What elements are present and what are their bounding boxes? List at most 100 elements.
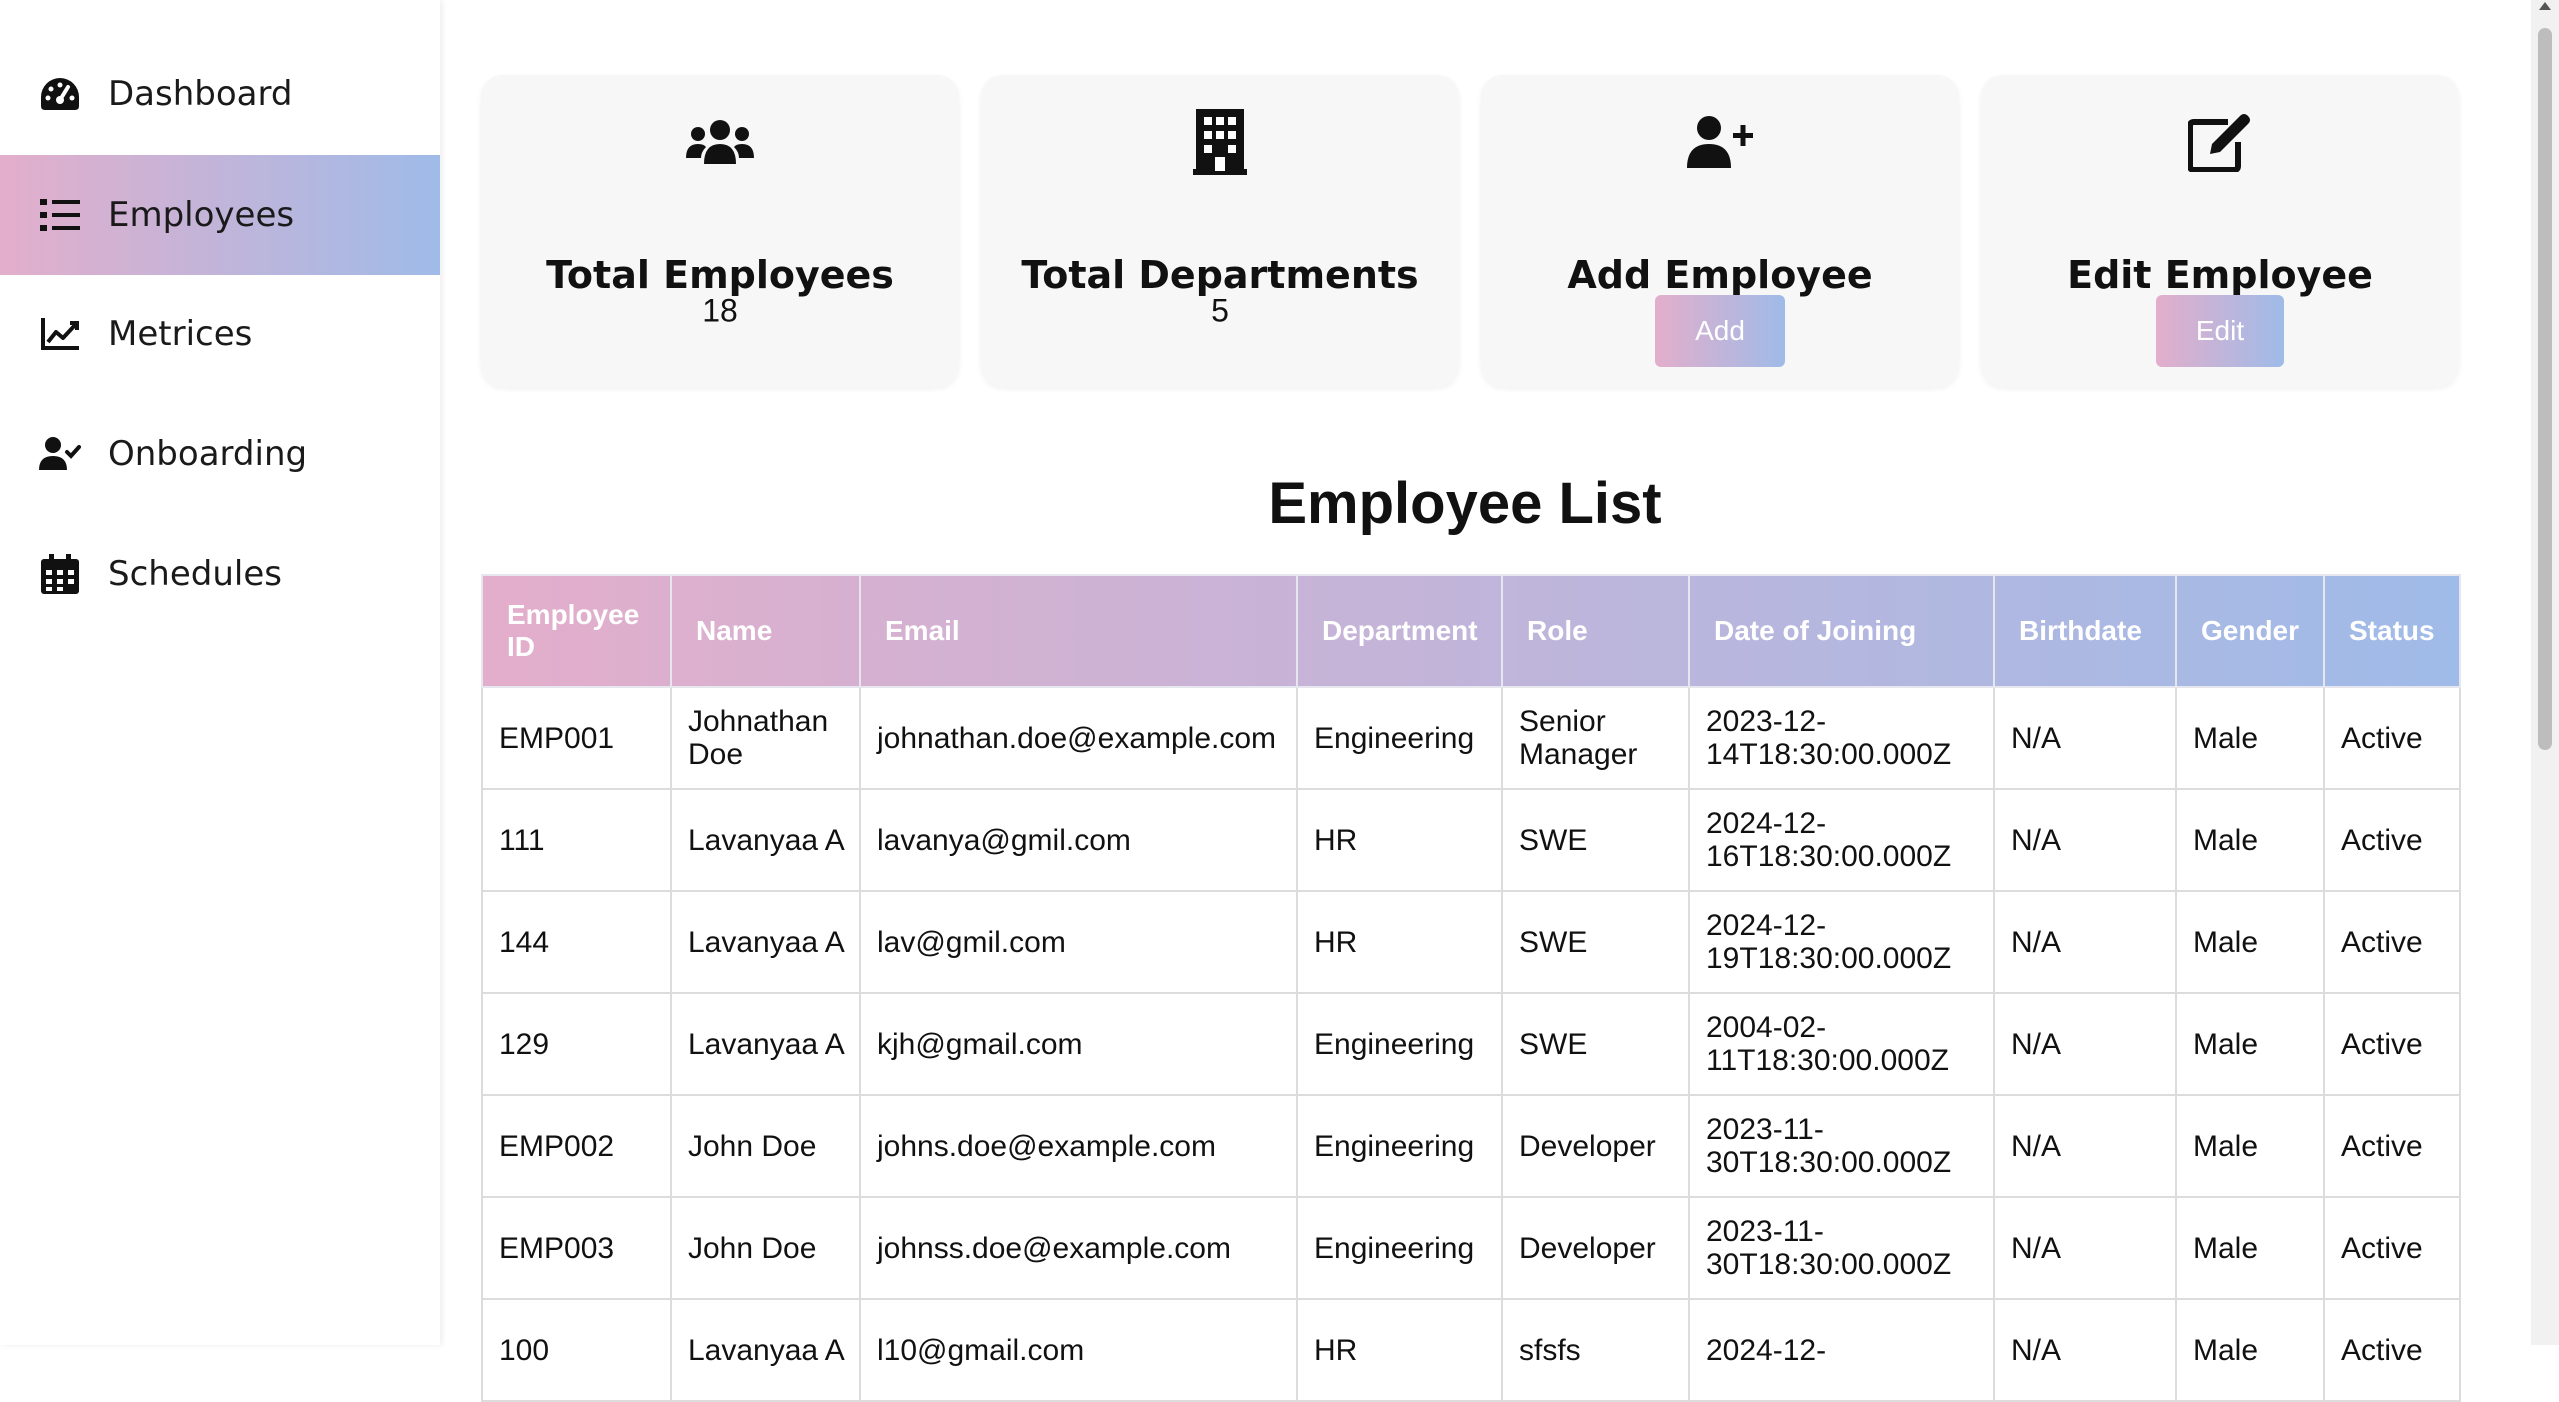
column-header: Gender: [2175, 574, 2325, 688]
sidebar-item-onboarding[interactable]: Onboarding: [0, 394, 440, 514]
sidebar-item-schedules[interactable]: Schedules: [0, 514, 440, 634]
table-row[interactable]: 144 Lavanyaa A lav@gmil.com HR SWE 2024-…: [481, 890, 2461, 994]
table-header-row: Employee ID Name Email Department Role D…: [481, 574, 2461, 688]
table-cell: John Doe: [670, 1196, 861, 1300]
table-cell: N/A: [1993, 788, 2177, 892]
table-cell: 2024-12-: [1688, 1298, 1995, 1402]
sidebar-item-metrices[interactable]: Metrices: [0, 274, 440, 394]
add-employee-button[interactable]: Add: [1655, 295, 1785, 367]
table-cell: Male: [2175, 788, 2325, 892]
card-add-employee: Add Employee Add: [1481, 75, 1959, 387]
table-row[interactable]: EMP003 John Doe johnss.doe@example.com E…: [481, 1196, 2461, 1300]
table-cell: Engineering: [1296, 992, 1503, 1096]
table-cell: Active: [2323, 788, 2461, 892]
table-cell: N/A: [1993, 1094, 2177, 1198]
user-check-icon: [38, 432, 82, 476]
table-cell: 111: [481, 788, 672, 892]
table-cell: 2004-02-11T18:30:00.000Z: [1688, 992, 1995, 1096]
gauge-icon: [38, 72, 82, 116]
table-cell: SWE: [1501, 992, 1690, 1096]
total-employees-count: 18: [702, 292, 738, 329]
table-cell: HR: [1296, 890, 1503, 994]
table-cell: Lavanyaa A: [670, 1298, 861, 1402]
table-cell: John Doe: [670, 1094, 861, 1198]
employee-list-title: Employee List: [1268, 471, 1662, 536]
table-cell: Engineering: [1296, 686, 1503, 790]
card-total-employees: Total Employees 18: [481, 75, 959, 387]
table-cell: Lavanyaa A: [670, 992, 861, 1096]
table-cell: Active: [2323, 1298, 2461, 1402]
table-cell: N/A: [1993, 1298, 2177, 1402]
table-cell: l10@gmail.com: [859, 1298, 1298, 1402]
table-cell: SWE: [1501, 890, 1690, 994]
sidebar-item-dashboard[interactable]: Dashboard: [0, 34, 440, 154]
column-header: Status: [2323, 574, 2461, 688]
vertical-scrollbar[interactable]: [2531, 0, 2559, 1345]
table-cell: Developer: [1501, 1094, 1690, 1198]
table-cell: Developer: [1501, 1196, 1690, 1300]
table-row[interactable]: EMP002 John Doe johns.doe@example.com En…: [481, 1094, 2461, 1198]
table-cell: Male: [2175, 1298, 2325, 1402]
table-cell: lav@gmil.com: [859, 890, 1298, 994]
table-cell: kjh@gmail.com: [859, 992, 1298, 1096]
column-header: Name: [670, 574, 861, 688]
table-cell: Senior Manager: [1501, 686, 1690, 790]
total-departments-count: 5: [1211, 292, 1229, 329]
column-header: Role: [1501, 574, 1690, 688]
table-cell: 2023-12-14T18:30:00.000Z: [1688, 686, 1995, 790]
calendar-icon: [38, 552, 82, 596]
table-cell: 144: [481, 890, 672, 994]
table-cell: 2023-11-30T18:30:00.000Z: [1688, 1196, 1995, 1300]
table-cell: HR: [1296, 788, 1503, 892]
card-title: Total Departments: [1021, 253, 1419, 297]
scrollbar-thumb[interactable]: [2538, 28, 2552, 750]
table-cell: Male: [2175, 1094, 2325, 1198]
column-header: Department: [1296, 574, 1503, 688]
table-cell: 2024-12-19T18:30:00.000Z: [1688, 890, 1995, 994]
sidebar-item-label: Schedules: [108, 554, 282, 594]
table-cell: 2023-11-30T18:30:00.000Z: [1688, 1094, 1995, 1198]
table-cell: EMP002: [481, 1094, 672, 1198]
table-cell: Active: [2323, 686, 2461, 790]
scroll-up-arrow-icon[interactable]: [2539, 2, 2551, 10]
table-cell: N/A: [1993, 1196, 2177, 1300]
sidebar-item-label: Metrices: [108, 314, 253, 354]
table-row[interactable]: EMP001 Johnathan Doe johnathan.doe@examp…: [481, 686, 2461, 790]
table-cell: Active: [2323, 1196, 2461, 1300]
column-header: Email: [859, 574, 1298, 688]
column-header: Birthdate: [1993, 574, 2177, 688]
table-cell: HR: [1296, 1298, 1503, 1402]
table-cell: Engineering: [1296, 1196, 1503, 1300]
table-row[interactable]: 129 Lavanyaa A kjh@gmail.com Engineering…: [481, 992, 2461, 1096]
card-title: Total Employees: [546, 253, 894, 297]
table-cell: Male: [2175, 1196, 2325, 1300]
table-cell: johns.doe@example.com: [859, 1094, 1298, 1198]
sidebar: Dashboard Employees Metrices Onboarding …: [0, 0, 440, 1345]
table-cell: Male: [2175, 686, 2325, 790]
edit-employee-button[interactable]: Edit: [2156, 295, 2284, 367]
table-cell: N/A: [1993, 992, 2177, 1096]
card-edit-employee: Edit Employee Edit: [1981, 75, 2459, 387]
table-cell: Lavanyaa A: [670, 890, 861, 994]
column-header: Date of Joining: [1688, 574, 1995, 688]
card-title: Edit Employee: [2067, 253, 2373, 297]
table-cell: N/A: [1993, 890, 2177, 994]
table-row[interactable]: 111 Lavanyaa A lavanya@gmil.com HR SWE 2…: [481, 788, 2461, 892]
table-cell: 100: [481, 1298, 672, 1402]
table-cell: lavanya@gmil.com: [859, 788, 1298, 892]
table-cell: 2024-12-16T18:30:00.000Z: [1688, 788, 1995, 892]
sidebar-item-label: Dashboard: [108, 74, 293, 114]
table-cell: N/A: [1993, 686, 2177, 790]
sidebar-item-label: Employees: [108, 195, 295, 235]
sidebar-item-employees[interactable]: Employees: [0, 155, 440, 275]
edit-icon: [1981, 97, 2459, 187]
table-row[interactable]: 100 Lavanyaa A l10@gmail.com HR sfsfs 20…: [481, 1298, 2461, 1402]
table-cell: Active: [2323, 992, 2461, 1096]
table-cell: Active: [2323, 1094, 2461, 1198]
table-cell: sfsfs: [1501, 1298, 1690, 1402]
table-cell: Active: [2323, 890, 2461, 994]
building-icon: [981, 97, 1459, 187]
list-icon: [38, 193, 82, 237]
user-plus-icon: [1481, 97, 1959, 187]
table-cell: Male: [2175, 890, 2325, 994]
